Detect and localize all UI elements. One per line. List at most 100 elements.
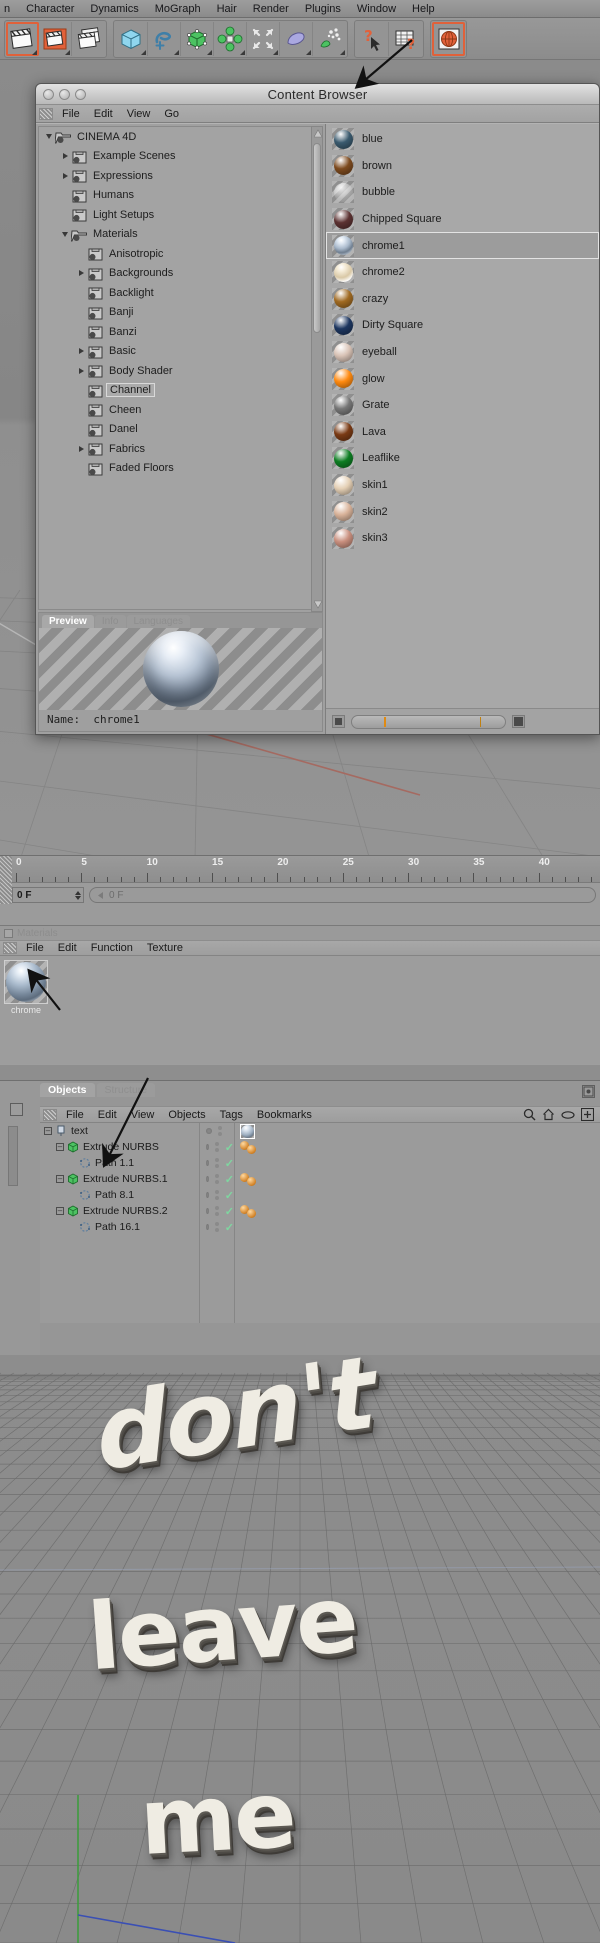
material-item-skin1[interactable]: skin1 [326, 472, 599, 499]
menu-item-dynamics[interactable]: Dynamics [82, 3, 146, 15]
object-visibility-dots[interactable]: ✓ [200, 1219, 234, 1235]
tree-item-danel[interactable]: Danel [39, 420, 322, 440]
menu-item-render[interactable]: Render [245, 3, 297, 15]
tree-twisty[interactable] [59, 153, 71, 160]
visibility-dot[interactable] [206, 1192, 209, 1198]
material-item-dirty-square[interactable]: Dirty Square [326, 312, 599, 339]
tree-item-cinema-4d[interactable]: CINEMA 4D [39, 127, 322, 147]
object-tags[interactable] [235, 1155, 600, 1171]
preview-tab-preview[interactable]: Preview [42, 615, 94, 628]
strip-scrollbar[interactable] [8, 1126, 18, 1186]
strip-toggle-box[interactable] [10, 1103, 23, 1116]
tree-item-example-scenes[interactable]: Example Scenes [39, 147, 322, 167]
material-item-chipped-square[interactable]: Chipped Square [326, 206, 599, 233]
visibility-dot[interactable] [206, 1128, 212, 1134]
tree-item-materials[interactable]: Materials [39, 225, 322, 245]
object-tag-icon[interactable] [247, 1208, 256, 1218]
cb-menu-edit[interactable]: Edit [87, 108, 120, 120]
expander-minus-icon[interactable]: – [56, 1175, 64, 1183]
object-tab-structure[interactable]: Structure [96, 1083, 156, 1097]
tree-twisty[interactable] [59, 231, 71, 237]
tree-item-light-setups[interactable]: Light Setups [39, 205, 322, 225]
visibility-dot-stack[interactable] [218, 1126, 222, 1136]
tree-item-body-shader[interactable]: Body Shader [39, 361, 322, 381]
thumbnail-size-slider[interactable] [351, 714, 506, 729]
object-visibility-dots[interactable]: ✓ [200, 1187, 234, 1203]
preview-tab-info[interactable]: Info [94, 615, 126, 628]
object-menu-gripper[interactable] [43, 1108, 57, 1121]
object-tags[interactable] [235, 1187, 600, 1203]
plus-box-icon[interactable] [581, 1108, 594, 1121]
object-row-text[interactable]: – text [40, 1123, 199, 1139]
object-menu-view[interactable]: View [124, 1109, 162, 1121]
material-item-eyeball[interactable]: eyeball [326, 339, 599, 366]
tree-item-banji[interactable]: Banji [39, 303, 322, 323]
material-item-brown[interactable]: brown [326, 153, 599, 180]
materials-menu-edit[interactable]: Edit [51, 942, 84, 954]
object-row-path-8-1[interactable]: Path 8.1 [40, 1187, 199, 1203]
object-row-extrude-nurbs-2[interactable]: – Extrude NURBS.2 [40, 1203, 199, 1219]
render-region-button[interactable] [39, 21, 72, 56]
visibility-dot-stack[interactable] [214, 1142, 219, 1152]
small-thumbnail-button[interactable] [332, 715, 345, 728]
materials-grid[interactable]: chrome [0, 956, 600, 1064]
frame-number-field[interactable]: 0 F [12, 887, 84, 903]
timeline-controls-gripper[interactable] [0, 883, 12, 904]
tree-scrollbar[interactable] [311, 126, 323, 612]
visibility-dot-stack[interactable] [214, 1190, 219, 1200]
materials-menu-file[interactable]: File [19, 942, 51, 954]
cb-menu-file[interactable]: File [55, 108, 87, 120]
tree-item-banzi[interactable]: Banzi [39, 322, 322, 342]
help-table-button[interactable]: ? [389, 22, 422, 56]
object-tags[interactable] [235, 1139, 600, 1155]
tree-item-basic[interactable]: Basic [39, 342, 322, 362]
material-item-crazy[interactable]: crazy [326, 286, 599, 313]
tree-scroll-thumb[interactable] [313, 143, 321, 333]
materials-menu-texture[interactable]: Texture [140, 942, 190, 954]
object-visibility-dots[interactable]: ✓ [200, 1155, 234, 1171]
material-item-bubble[interactable]: bubble [326, 179, 599, 206]
tree-item-expressions[interactable]: Expressions [39, 166, 322, 186]
object-tag-icon[interactable] [247, 1176, 256, 1186]
object-menu-edit[interactable]: Edit [91, 1109, 124, 1121]
materials-menu-function[interactable]: Function [84, 942, 140, 954]
tree-twisty[interactable] [75, 367, 87, 374]
visibility-dot[interactable] [206, 1208, 209, 1214]
material-chip-chrome[interactable]: chrome [4, 960, 48, 1016]
material-item-skin2[interactable]: skin2 [326, 498, 599, 525]
menu-item-plugins[interactable]: Plugins [297, 3, 349, 15]
visibility-dot-stack[interactable] [214, 1158, 219, 1168]
render-view-button[interactable] [6, 21, 39, 56]
preview-tab-languages[interactable]: Languages [126, 615, 190, 628]
material-item-grate[interactable]: Grate [326, 392, 599, 419]
tree-item-humans[interactable]: Humans [39, 186, 322, 206]
menu-gripper[interactable] [39, 107, 53, 120]
tree-twisty[interactable] [43, 134, 55, 140]
frame-stepper[interactable] [75, 890, 81, 900]
material-item-chrome1[interactable]: chrome1 [326, 232, 599, 259]
object-tag-icon[interactable] [247, 1144, 256, 1154]
material-item-skin3[interactable]: skin3 [326, 525, 599, 552]
visibility-dot-stack[interactable] [214, 1222, 219, 1232]
visibility-dot-stack[interactable] [214, 1206, 219, 1216]
tree-item-backlight[interactable]: Backlight [39, 283, 322, 303]
render-settings-button[interactable] [72, 22, 105, 56]
object-row-extrude-nurbs[interactable]: – Extrude NURBS [40, 1139, 199, 1155]
object-row-path-16-1[interactable]: Path 16.1 [40, 1219, 199, 1235]
add-spline-button[interactable] [148, 21, 181, 56]
material-list[interactable]: blue brown bubble Chipped Square chrome1 chro… [326, 126, 599, 708]
material-item-blue[interactable]: blue [326, 126, 599, 153]
deformer-button[interactable] [247, 21, 280, 56]
array-button[interactable] [214, 21, 247, 56]
material-item-lava[interactable]: Lava [326, 419, 599, 446]
expander-minus-icon[interactable]: – [56, 1143, 64, 1151]
object-tags[interactable] [235, 1171, 600, 1187]
object-tags[interactable] [235, 1203, 600, 1219]
object-visibility-dots[interactable] [200, 1123, 234, 1139]
content-browser-button[interactable] [432, 21, 465, 56]
visibility-dot-stack[interactable] [214, 1174, 219, 1184]
timeline-bar[interactable]: 0 5 10 15 20 25 30 35 40 0 F 0 F [0, 855, 600, 925]
object-menu-bookmarks[interactable]: Bookmarks [250, 1109, 319, 1121]
object-tags[interactable] [235, 1219, 600, 1235]
menu-item-n[interactable]: n [0, 3, 18, 15]
